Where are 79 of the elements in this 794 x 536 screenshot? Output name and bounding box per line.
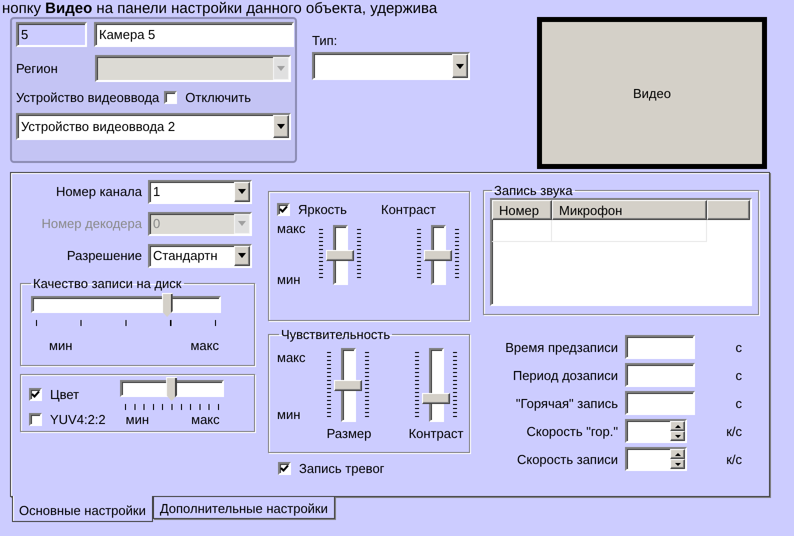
field-label: Тип: bbox=[312, 33, 338, 48]
field-label: Номер канала bbox=[56, 184, 142, 199]
checkbox[interactable] bbox=[29, 388, 42, 401]
field-label: Скорость "гор." bbox=[525, 424, 618, 438]
checkbox[interactable] bbox=[29, 413, 42, 426]
checkbox-label: Запись тревог bbox=[299, 461, 384, 476]
tab[interactable]: Дополнительные настройки bbox=[152, 497, 335, 519]
field-label: Скорость записи bbox=[516, 452, 618, 466]
slider[interactable] bbox=[120, 377, 224, 401]
input-field[interactable] bbox=[625, 363, 695, 387]
dropdown[interactable]: Стандартн bbox=[148, 244, 252, 268]
field-label: Разрешение bbox=[66, 248, 142, 263]
unit-label: с bbox=[734, 396, 742, 410]
scale-label: мин bbox=[49, 338, 72, 353]
input-field[interactable] bbox=[625, 447, 687, 471]
caret-icon bbox=[456, 64, 464, 68]
slider[interactable] bbox=[326, 225, 354, 285]
unit-label: к/с bbox=[725, 452, 742, 466]
name-field[interactable]: Камера 5 bbox=[94, 22, 294, 47]
tab[interactable]: Основные настройки bbox=[12, 496, 153, 522]
checkbox[interactable] bbox=[278, 462, 291, 475]
scale-label: макс bbox=[190, 338, 219, 353]
slider-label: Размер bbox=[326, 426, 372, 441]
slider[interactable] bbox=[422, 348, 450, 422]
scale-label: мин bbox=[277, 407, 302, 422]
field-label: Время предзаписи bbox=[504, 340, 618, 354]
dropdown[interactable] bbox=[312, 52, 470, 80]
slider-thumb[interactable] bbox=[166, 377, 178, 401]
slider[interactable] bbox=[424, 225, 452, 285]
slider-thumb[interactable] bbox=[162, 293, 173, 317]
slider-thumb[interactable] bbox=[334, 380, 362, 390]
dropdown[interactable]: 1 bbox=[148, 180, 252, 204]
checkbox-label: Отключить bbox=[185, 90, 251, 105]
input-field[interactable] bbox=[625, 419, 687, 443]
dropdown[interactable]: Устройство видеоввода 2 bbox=[16, 113, 291, 140]
checkbox[interactable] bbox=[277, 203, 290, 216]
slider-label: Контраст bbox=[380, 202, 437, 217]
caret-icon bbox=[238, 189, 246, 194]
input-field[interactable] bbox=[625, 391, 695, 415]
field-label: Период дозаписи bbox=[512, 368, 618, 382]
slider[interactable] bbox=[334, 348, 362, 422]
checkbox-label: YUV4:2:2 bbox=[50, 412, 106, 427]
spin-up-button[interactable] bbox=[670, 449, 685, 459]
column-header[interactable]: Микрофон bbox=[552, 200, 707, 220]
field-label: Устройство видеоввода bbox=[16, 90, 160, 105]
scale-label: макс bbox=[191, 412, 220, 427]
slider-label: Контраст bbox=[408, 426, 464, 441]
group-title: Качество записи на диск bbox=[32, 276, 182, 291]
input-field[interactable] bbox=[625, 335, 695, 359]
spin-down-button[interactable] bbox=[670, 459, 685, 469]
slider[interactable] bbox=[31, 293, 221, 317]
column-header[interactable]: Номер bbox=[492, 200, 552, 220]
caret-icon bbox=[238, 253, 246, 258]
table-cell bbox=[492, 220, 552, 242]
slider-thumb[interactable] bbox=[424, 250, 452, 260]
unit-label: с bbox=[734, 340, 742, 354]
scale-label: макс bbox=[277, 221, 307, 236]
checkbox[interactable] bbox=[164, 91, 178, 104]
spin-up-button[interactable] bbox=[670, 421, 685, 431]
unit-label: с bbox=[734, 368, 742, 382]
caret-icon bbox=[277, 124, 285, 129]
scale-label: мин bbox=[126, 412, 150, 427]
checkbox-label: Цвет bbox=[50, 387, 80, 402]
slider-thumb[interactable] bbox=[422, 393, 450, 404]
group-title: Чувствительность bbox=[280, 327, 392, 342]
video-button[interactable]: Видео bbox=[537, 17, 767, 169]
scale-label: мин bbox=[277, 272, 302, 287]
spin-down-button[interactable] bbox=[670, 431, 685, 441]
slider-thumb[interactable] bbox=[326, 250, 354, 260]
unit-label: к/с bbox=[725, 424, 742, 438]
caret-icon bbox=[238, 221, 246, 226]
field-label: "Горячая" запись bbox=[514, 396, 618, 410]
field-label: Номер декодера bbox=[42, 216, 142, 231]
group-title: Запись звука bbox=[493, 183, 574, 198]
field-label: Регион bbox=[16, 61, 59, 76]
checkbox-label: Яркость bbox=[298, 202, 347, 217]
caret-icon bbox=[277, 66, 285, 71]
instruction-text: нопку Видео на панели настройки данного объекта, удержива bbox=[1, 0, 438, 17]
scale-label: макс bbox=[277, 350, 307, 365]
